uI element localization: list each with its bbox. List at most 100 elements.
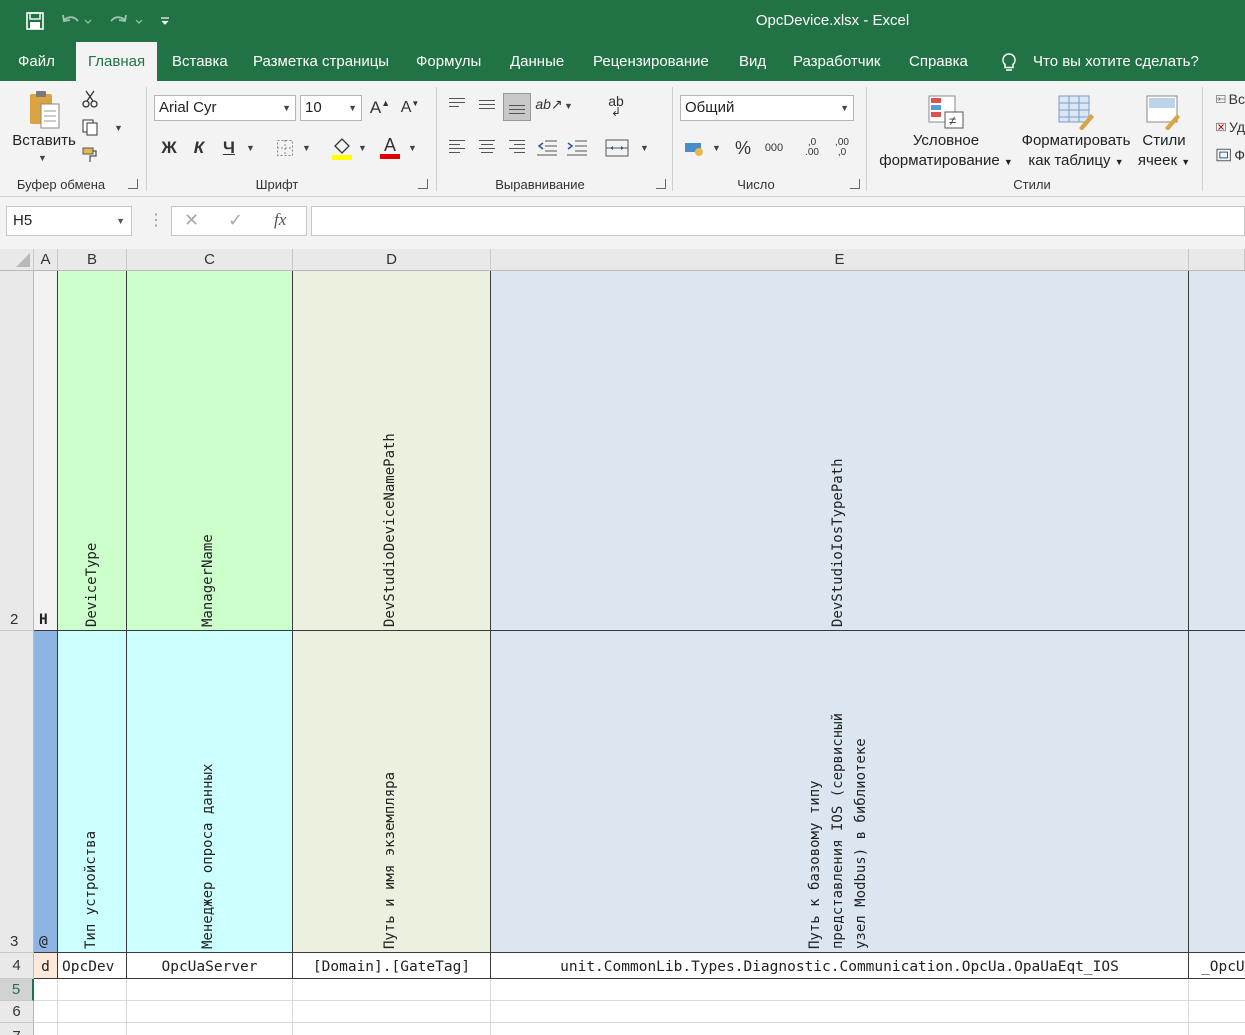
cell-a2[interactable]: H [34,271,58,631]
cell-e7[interactable] [491,1023,1189,1035]
cell-f7[interactable] [1189,1023,1245,1035]
cell-e2[interactable]: DevStudioIosTypePath [491,271,1189,631]
column-header-c[interactable]: C [127,249,293,271]
column-header-f[interactable] [1189,249,1245,271]
copy-icon[interactable] [80,117,100,137]
tab-view[interactable]: Вид [727,42,778,81]
select-all-corner[interactable] [0,249,34,271]
orientation-dropdown-icon[interactable]: ▼ [564,101,573,111]
tell-me-search[interactable]: Что вы хотите сделать? [1021,42,1211,81]
accounting-dropdown-icon[interactable]: ▼ [712,143,721,153]
paste-dropdown-icon[interactable]: ▼ [38,153,47,163]
decrease-decimal-button[interactable]: ,00,0 [830,135,854,161]
tab-file[interactable]: Файл [6,42,67,81]
tab-insert[interactable]: Вставка [160,42,240,81]
align-top-icon[interactable] [446,93,468,115]
delete-cells-button[interactable]: Уд [1216,117,1245,137]
cell-a5[interactable] [34,979,58,1001]
cell-f6[interactable] [1189,1001,1245,1023]
increase-indent-icon[interactable] [566,137,588,159]
decrease-indent-icon[interactable] [536,137,558,159]
cell-c3[interactable]: Менеджер опроса данных [127,631,293,953]
format-cells-button[interactable]: Ф [1216,145,1245,165]
number-format-select[interactable]: Общий ▼ [680,95,854,121]
cell-f4[interactable]: _OpcU [1189,953,1245,979]
cell-d5[interactable] [293,979,491,1001]
align-left-icon[interactable] [446,137,468,159]
paste-button[interactable]: Вставить [10,131,78,151]
clipboard-launcher-icon[interactable] [128,179,138,189]
tab-formulas[interactable]: Формулы [404,42,493,81]
insert-cells-button[interactable]: Вс [1216,89,1245,109]
cell-f3[interactable] [1189,631,1245,953]
name-box[interactable]: H5 ▼ [6,206,132,236]
row-header-5[interactable]: 5 [0,979,34,1001]
conditional-formatting-icon[interactable]: ≠ [926,91,966,131]
row-header-2[interactable]: 2 [0,271,34,631]
confirm-entry-button[interactable]: ✓ [228,210,243,231]
cell-d2[interactable]: DevStudioDeviceNamePath [293,271,491,631]
column-header-d[interactable]: D [293,249,491,271]
cell-d3[interactable]: Путь и имя экземпляра [293,631,491,953]
merge-dropdown-icon[interactable]: ▼ [640,143,649,153]
align-right-icon[interactable] [506,137,528,159]
tab-developer[interactable]: Разработчик [781,42,892,81]
merge-center-icon[interactable] [604,137,630,159]
wrap-text-button[interactable]: ab ↲ [604,94,628,119]
fill-color-dropdown-icon[interactable]: ▼ [358,143,367,153]
format-as-table-button[interactable]: Форматировать как таблицу ▼ [1014,131,1138,172]
cell-styles-icon[interactable] [1144,91,1184,131]
formula-input[interactable] [311,206,1245,236]
column-header-a[interactable]: A [34,249,58,271]
tab-page-layout[interactable]: Разметка страницы [241,42,401,81]
tab-home[interactable]: Главная [76,42,157,81]
cell-b7[interactable] [58,1023,127,1035]
orientation-icon[interactable]: ab↗ [535,93,562,115]
cell-e6[interactable] [491,1001,1189,1023]
cell-e4[interactable]: unit.CommonLib.Types.Diagnostic.Communic… [491,953,1189,979]
cell-f5[interactable] [1189,979,1245,1001]
cell-e5[interactable] [491,979,1189,1001]
row-header-3[interactable]: 3 [0,631,34,953]
shrink-font-button[interactable]: A ▼ [398,97,422,119]
borders-dropdown-icon[interactable]: ▼ [302,143,311,153]
format-as-table-icon[interactable] [1056,91,1096,131]
row-header-6[interactable]: 6 [0,1001,34,1023]
cell-styles-button[interactable]: Стили ячеек ▼ [1132,131,1196,172]
tab-review[interactable]: Рецензирование [581,42,721,81]
row-header-4[interactable]: 4 [0,953,34,979]
percent-button[interactable]: % [732,137,754,159]
font-color-button[interactable]: A [378,133,402,161]
font-name-select[interactable]: Arial Cyr ▼ [154,95,296,121]
cell-e3[interactable]: Путь к базовому типу представления IOS (… [491,631,1189,953]
align-center-icon[interactable] [476,137,498,159]
format-painter-icon[interactable] [80,145,102,165]
cell-f2[interactable] [1189,271,1245,631]
cell-a6[interactable] [34,1001,58,1023]
alignment-launcher-icon[interactable] [656,179,666,189]
font-color-dropdown-icon[interactable]: ▼ [408,143,417,153]
cell-b6[interactable] [58,1001,127,1023]
column-header-b[interactable]: B [58,249,127,271]
cell-a4[interactable]: d [34,953,58,979]
cancel-entry-button[interactable]: ✕ [184,210,199,231]
cell-a3[interactable]: @ [34,631,58,953]
cell-b3[interactable]: Тип устройства [58,631,127,953]
cut-icon[interactable] [80,89,100,109]
cell-b5[interactable] [58,979,127,1001]
cell-d6[interactable] [293,1001,491,1023]
copy-dropdown-icon[interactable]: ▼ [114,123,123,133]
column-header-e[interactable]: E [491,249,1189,271]
increase-decimal-button[interactable]: ,0.00 [800,135,824,161]
number-launcher-icon[interactable] [850,179,860,189]
underline-dropdown-icon[interactable]: ▼ [246,143,255,153]
cell-d4[interactable]: [Domain].[GateTag] [293,953,491,979]
insert-function-button[interactable]: fx [274,210,286,230]
accounting-format-icon[interactable] [682,137,708,159]
cell-c4[interactable]: OpcUaServer [127,953,293,979]
grow-font-button[interactable]: A ▲ [368,97,392,119]
resize-handle-icon[interactable]: ⋮ [148,211,164,231]
lightbulb-icon[interactable] [1000,52,1018,74]
align-bottom-icon[interactable] [503,93,531,121]
cell-c7[interactable] [127,1023,293,1035]
